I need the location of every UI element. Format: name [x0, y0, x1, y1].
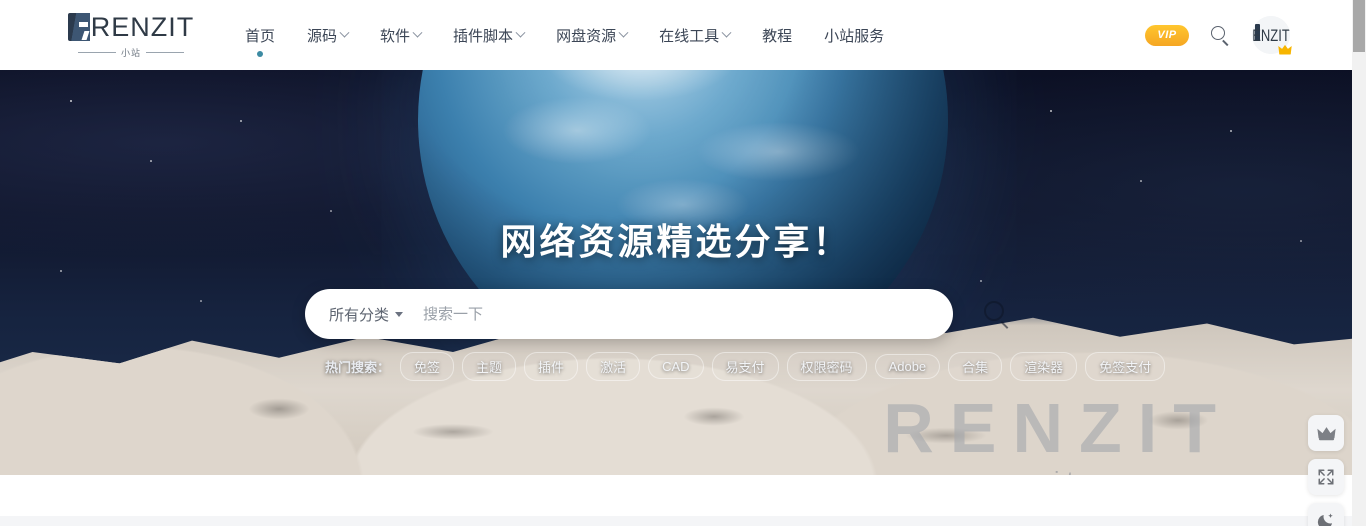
chevron-down-icon: [618, 27, 629, 38]
hot-search-label: 热门搜索：: [325, 360, 391, 375]
hot-search-row: 热门搜索： 免签 主题 插件 激活 CAD 易支付 权限密码 Adobe 合集 …: [325, 352, 1166, 381]
nav-item-netdisk[interactable]: 网盘资源: [540, 0, 643, 70]
nav-item-software[interactable]: 软件: [364, 0, 437, 70]
fullscreen-button[interactable]: [1308, 459, 1344, 495]
page-root: RENZIT 小站 首页 源码 软件 插件脚本 网盘资源 在线工具 教程 小站服…: [0, 0, 1366, 526]
page-title: 网络资源精选分享！: [500, 222, 852, 263]
chevron-down-icon: [395, 311, 404, 317]
search-box: 所有分类: [305, 289, 953, 339]
nav-item-plugins[interactable]: 插件脚本: [437, 0, 540, 70]
hot-tag[interactable]: 激活: [586, 352, 641, 381]
search-input[interactable]: [423, 305, 929, 323]
hot-tag[interactable]: CAD: [648, 354, 704, 379]
moon-icon: [1317, 513, 1333, 526]
category-label: 所有分类: [329, 306, 390, 324]
hot-tag[interactable]: 主题: [462, 352, 517, 381]
nav-item-online-tools[interactable]: 在线工具: [643, 0, 746, 70]
content-divider: [0, 516, 1352, 526]
site-header: RENZIT 小站 首页 源码 软件 插件脚本 网盘资源 在线工具 教程 小站服…: [0, 0, 1352, 70]
hot-tag[interactable]: 免签支付: [1085, 352, 1166, 381]
nav-label: 插件脚本: [453, 27, 514, 45]
nav-item-home[interactable]: 首页: [229, 0, 291, 70]
expand-icon: [1318, 469, 1334, 485]
vip-badge[interactable]: VIP: [1145, 24, 1189, 46]
active-indicator-dot: [257, 51, 263, 57]
hot-tag[interactable]: 权限密码: [786, 352, 867, 381]
chevron-down-icon: [721, 27, 732, 38]
hero-banner: RENZIT renzit.ga 网络资源精选分享！ 所有分类 热门搜索： 免签…: [0, 70, 1352, 475]
crown-icon: [1316, 426, 1336, 440]
content-area: [0, 475, 1352, 526]
nav-item-services[interactable]: 小站服务: [808, 0, 900, 70]
nav-label: 源码: [307, 27, 338, 45]
search-submit-icon[interactable]: [983, 300, 1011, 329]
chevron-down-icon: [339, 27, 350, 38]
header-actions: VIP ENZIT: [1145, 16, 1292, 55]
nav-item-source[interactable]: 源码: [291, 0, 364, 70]
page-scrollbar[interactable]: [1352, 0, 1366, 526]
nav-label: 网盘资源: [556, 27, 617, 45]
nav-label: 首页: [245, 27, 276, 45]
site-logo[interactable]: RENZIT 小站: [67, 11, 193, 59]
vip-crown-button[interactable]: [1308, 415, 1344, 451]
hot-tag[interactable]: 插件: [524, 352, 579, 381]
nav-label: 教程: [762, 27, 793, 45]
crown-icon: [1278, 44, 1292, 55]
logo-row: RENZIT: [67, 11, 195, 42]
chevron-down-icon: [515, 27, 526, 38]
nav-label: 在线工具: [659, 27, 720, 45]
book-r-icon: [67, 13, 90, 41]
nav-label: 软件: [380, 27, 411, 45]
category-dropdown[interactable]: 所有分类: [329, 304, 404, 325]
hot-tag[interactable]: 易支付: [711, 352, 779, 381]
hot-tag[interactable]: Adobe: [874, 354, 941, 379]
main-navigation: 首页 源码 软件 插件脚本 网盘资源 在线工具 教程 小站服务: [229, 0, 900, 70]
logo-divider-right: [146, 52, 185, 53]
chevron-down-icon: [412, 27, 423, 38]
logo-sub-text: 小站: [121, 48, 142, 58]
hot-tag[interactable]: 渲染器: [1010, 352, 1078, 381]
hero-search-row: 所有分类: [305, 289, 1011, 339]
floating-toolbar: [1308, 415, 1344, 526]
avatar[interactable]: ENZIT: [1252, 16, 1292, 55]
nav-item-tutorial[interactable]: 教程: [746, 0, 808, 70]
avatar-label: ENZIT: [1252, 25, 1290, 45]
logo-subtitle: 小站: [78, 46, 185, 59]
nav-label: 小站服务: [824, 27, 885, 45]
logo-divider-left: [78, 52, 116, 53]
scrollbar-thumb[interactable]: [1353, 0, 1365, 52]
search-icon[interactable]: [1211, 25, 1230, 46]
hot-tag[interactable]: 合集: [948, 352, 1003, 381]
logo-text: RENZIT: [90, 12, 195, 42]
dark-mode-button[interactable]: [1308, 503, 1344, 526]
hot-tag[interactable]: 免签: [400, 352, 455, 381]
